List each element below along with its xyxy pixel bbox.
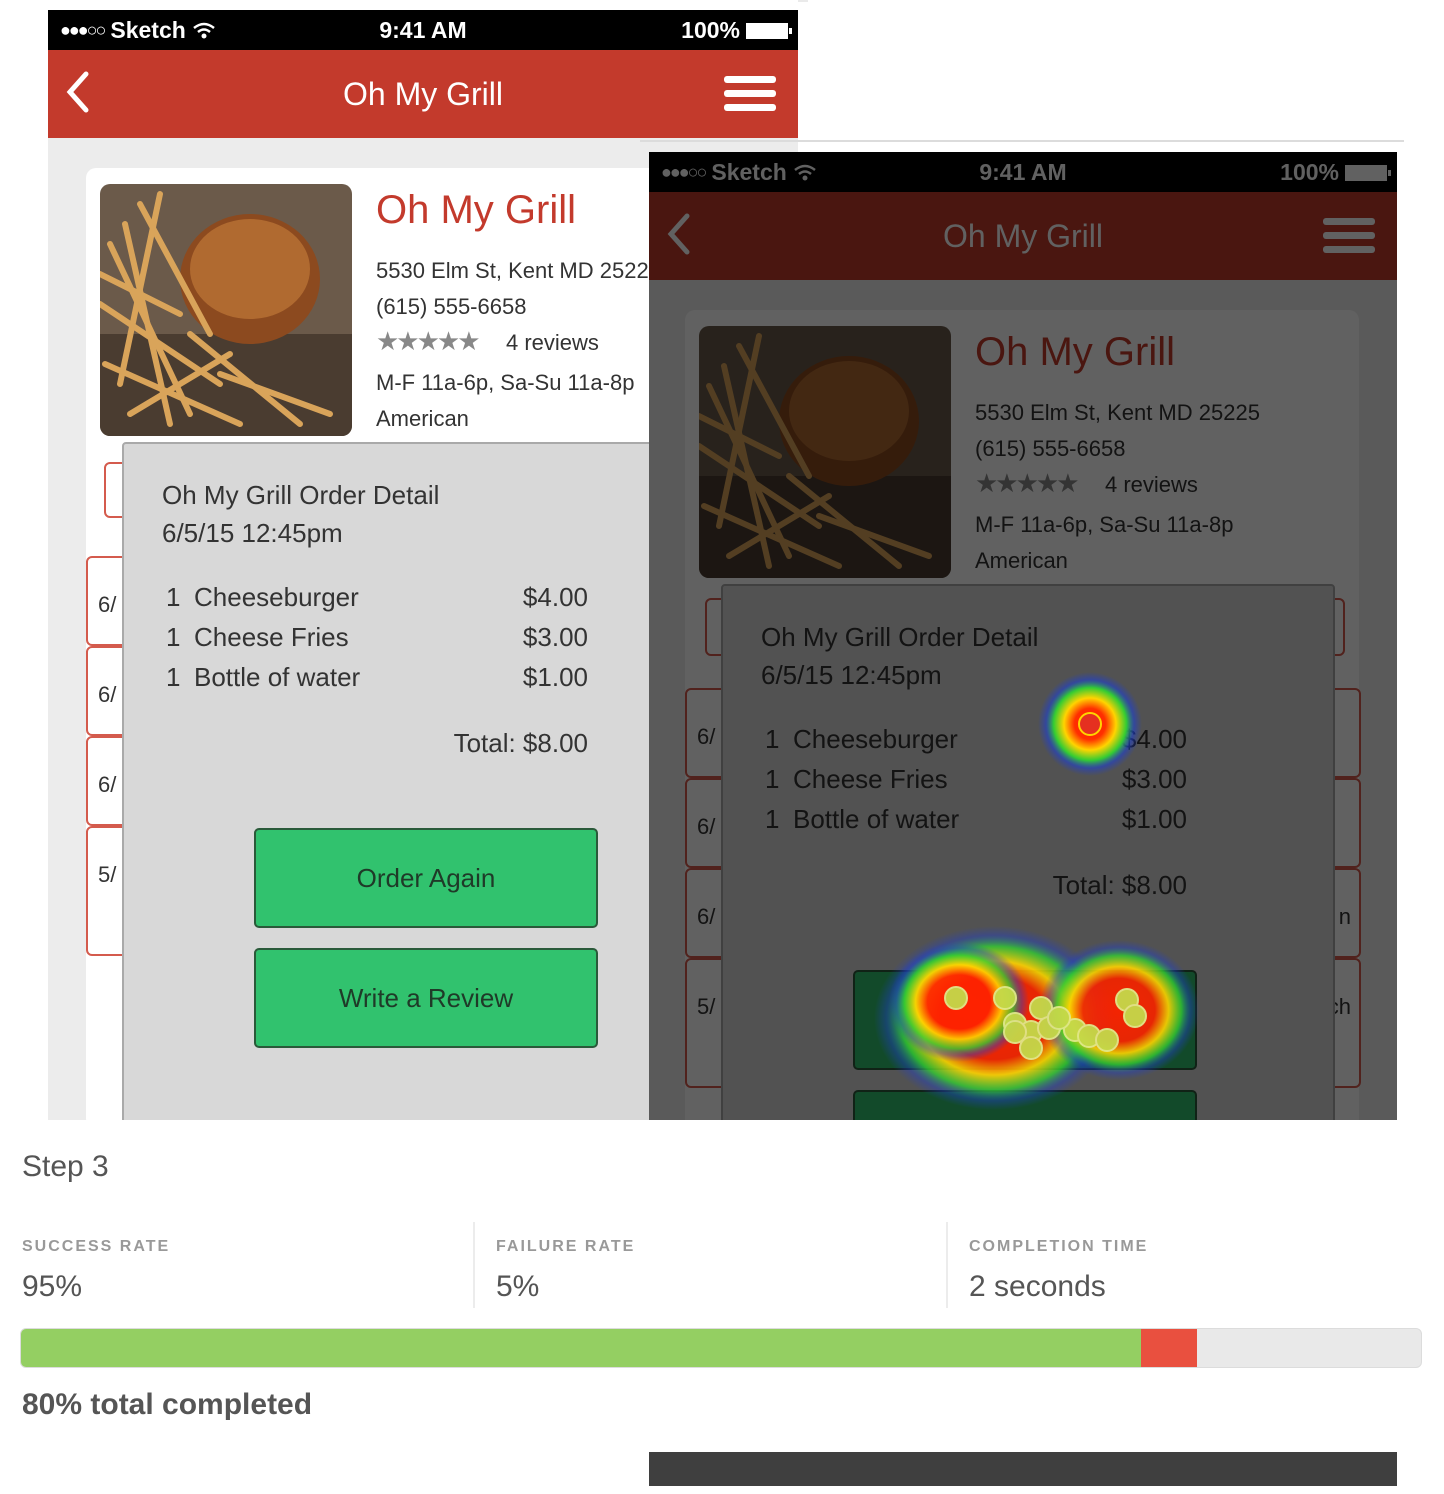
heatmap-dot [1078,712,1102,736]
heatmap-dot [1047,1006,1071,1030]
heatmap-dot [993,986,1017,1010]
restaurant-name: Oh My Grill [376,188,576,232]
order-again-button[interactable]: Order Again [254,828,598,928]
order-item-price: $4.00 [522,582,588,612]
write-review-button[interactable]: Write a Review [254,948,598,1048]
rating-stars-icon: ★★★★★ [376,326,481,356]
order-item-name: Cheese Fries [194,622,349,652]
heatmap-dot [1123,1004,1147,1028]
order-item-price: $3.00 [522,622,588,652]
progress-failure-fill [1141,1329,1197,1367]
completion-progress-bar [20,1328,1422,1368]
success-rate-label: SUCCESS RATE [22,1238,171,1255]
order-history-date: 5/ [98,862,117,887]
order-item-qty: 1 [166,662,181,692]
order-history-date: 6/ [98,772,117,797]
battery-label: 100% [681,17,740,43]
order-detail-title: Oh My Grill Order Detail [162,480,440,510]
nav-bar: Oh My Grill [48,50,798,138]
completion-time-label: COMPLETION TIME [969,1238,1149,1255]
nav-title: Oh My Grill [343,76,503,112]
completion-time-value: 2 seconds [969,1270,1106,1303]
phone-screenshot-heatmap: ●●●○○Sketch 9:41 AM 100% Oh My Grill [649,152,1397,1120]
divider [640,140,1404,142]
failure-rate-label: FAILURE RATE [496,1238,636,1255]
review-count[interactable]: 4 reviews [506,330,599,356]
failure-rate-value: 5% [496,1270,540,1303]
restaurant-photo [100,184,352,436]
order-total: Total: $8.00 [453,728,588,758]
order-history-date: 6/ [98,592,117,617]
success-rate-value: 95% [22,1270,83,1303]
restaurant-hours: M-F 11a-6p, Sa-Su 11a-8p [376,370,635,395]
divider [473,1222,475,1308]
battery-icon [746,22,792,39]
order-history-date: 6/ [98,682,117,707]
cropped-dark-bar [649,1452,1397,1486]
heatmap-dot [1019,1036,1043,1060]
status-bar: ●●●○○Sketch 9:41 AM 100% [48,10,798,50]
restaurant-cuisine: American [376,406,469,431]
order-item-qty: 1 [166,582,181,612]
order-detail-datetime: 6/5/15 12:45pm [162,518,343,548]
heatmap-dot [1095,1028,1119,1052]
total-completed-label: 80% total completed [22,1388,313,1421]
click-heatmap [874,672,1199,1110]
step-title: Step 3 [22,1150,109,1183]
heatmap-dot [944,986,968,1010]
hamburger-icon[interactable] [724,74,776,114]
restaurant-phone: (615) 555-6658 [376,294,527,319]
order-detail-modal: Oh My Grill Order Detail 6/5/15 12:45pm … [122,442,666,1120]
order-item-name: Bottle of water [194,662,361,692]
progress-success-fill [21,1329,1141,1367]
restaurant-address: 5530 Elm St, Kent MD 25225 [376,258,661,283]
divider [946,1222,948,1308]
divider [798,0,808,2]
order-item-qty: 1 [166,622,181,652]
order-item-name: Cheeseburger [194,582,359,612]
order-item-price: $1.00 [522,662,588,692]
